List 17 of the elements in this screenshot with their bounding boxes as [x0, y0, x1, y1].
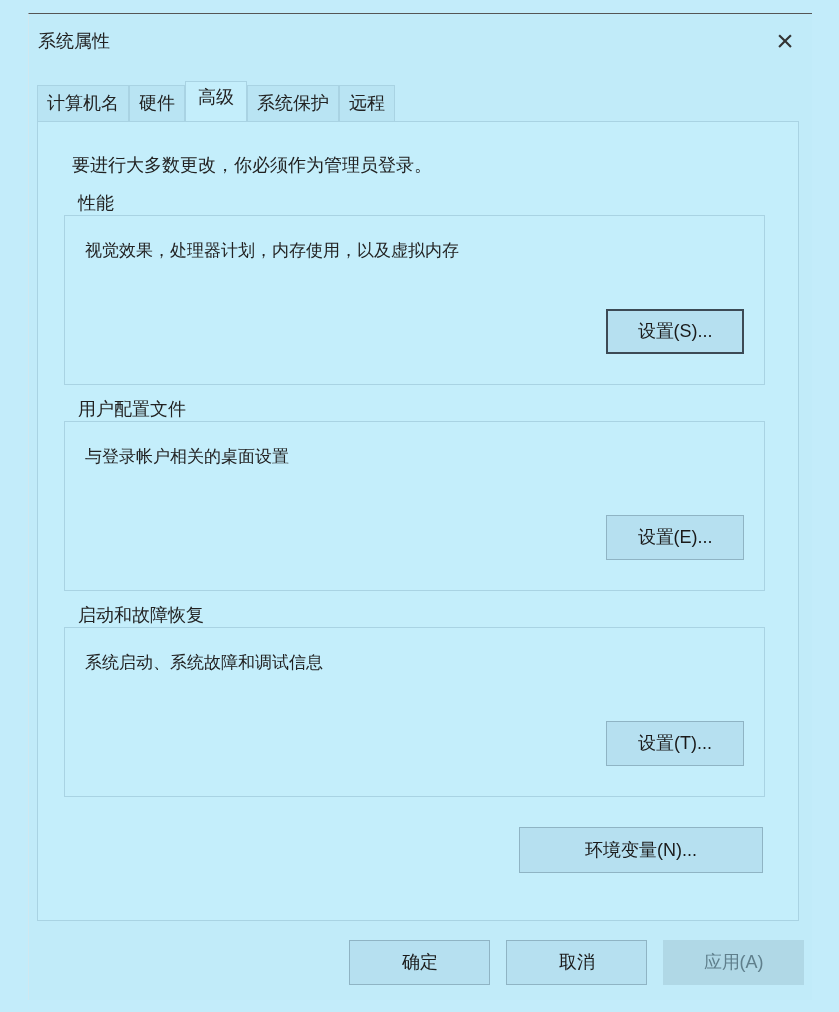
tab[interactable]: 远程 — [339, 85, 395, 121]
tab[interactable]: 高级 — [185, 81, 247, 121]
tab[interactable]: 硬件 — [129, 85, 185, 121]
group-description: 与登录帐户相关的桌面设置 — [85, 446, 290, 468]
group-description: 系统启动、系统故障和调试信息 — [85, 652, 324, 674]
group-description: 视觉效果，处理器计划，内存使用，以及虚拟内存 — [85, 240, 460, 262]
tab[interactable]: 系统保护 — [247, 85, 339, 121]
dialog-button[interactable]: 取消 — [506, 940, 647, 985]
close-button[interactable]: × — [770, 26, 800, 56]
settings-button[interactable]: 设置(T)... — [606, 720, 744, 766]
window-title: 系统属性 — [38, 29, 110, 53]
notice-text: 要进行大多数更改，你必须作为管理员登录。 — [72, 154, 433, 177]
settings-button[interactable]: 设置(S)... — [606, 308, 744, 354]
tab[interactable]: 计算机名 — [37, 85, 129, 121]
settings-button[interactable]: 设置(E)... — [606, 514, 744, 560]
dialog-button[interactable]: 确定 — [349, 940, 490, 985]
environment-variables-button[interactable]: 环境变量(N)... — [519, 827, 763, 873]
